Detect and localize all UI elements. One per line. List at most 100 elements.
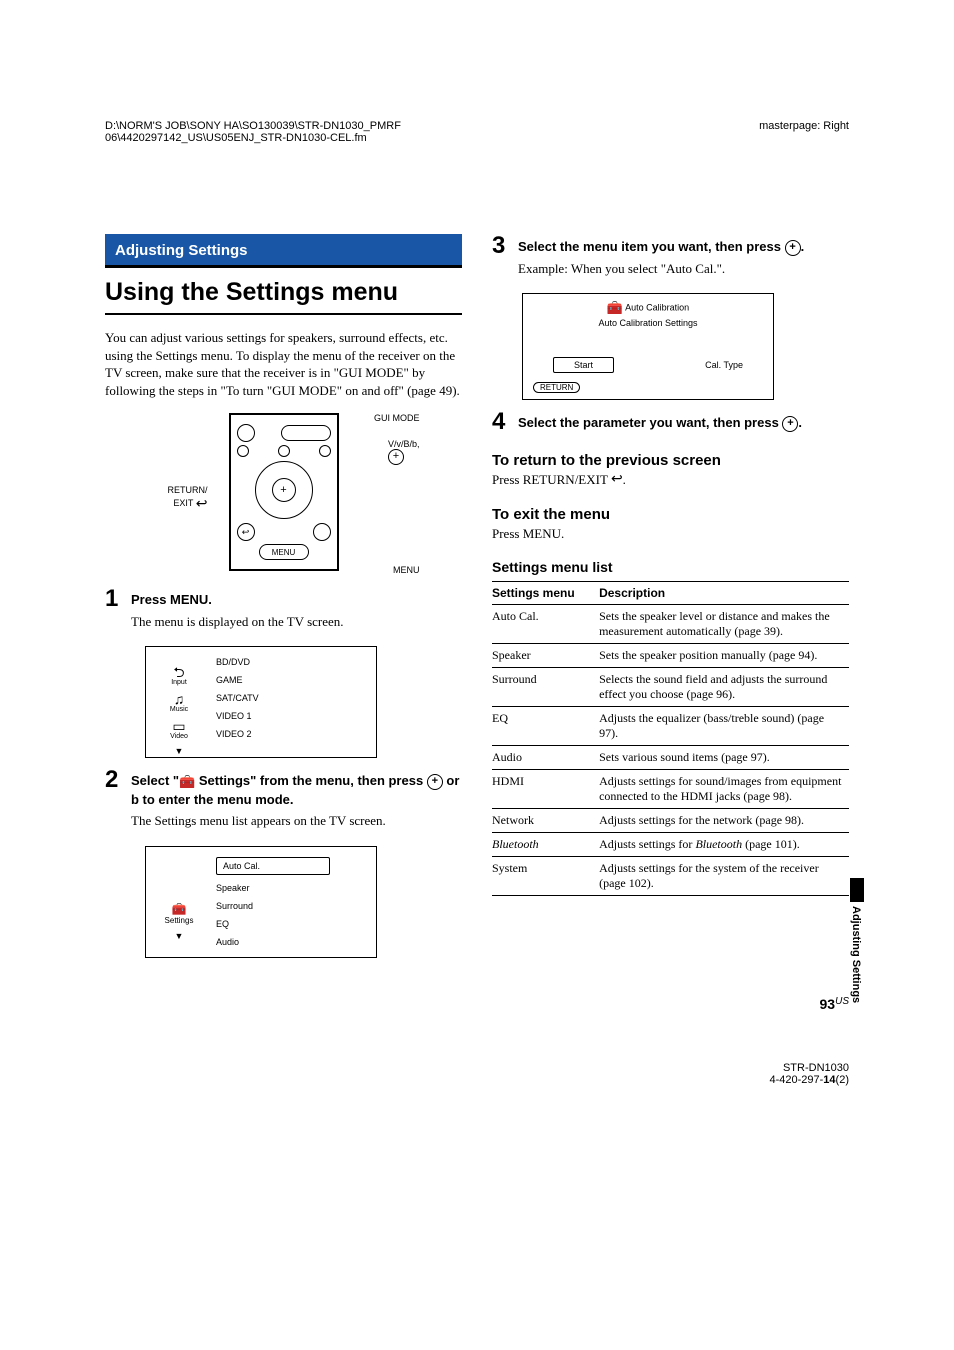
autocal-title: 🧰 Auto Calibration [523, 300, 773, 316]
list-item: SAT/CATV [216, 689, 368, 707]
side-tab: Adjusting Settings [850, 878, 864, 1003]
tv-icon-input: ⮌ Input [154, 665, 204, 686]
page-number-value: 93 [820, 996, 836, 1012]
settings-table: Settings menu Description Auto Cal.Sets … [492, 581, 849, 896]
step-1: 1 Press MENU. The menu is displayed on t… [105, 587, 462, 638]
step-3: 3 Select the menu item you want, then pr… [492, 234, 849, 285]
step-number: 4 [492, 410, 508, 436]
desc-part: Adjusts settings for [599, 837, 695, 851]
step-2: 2 Select "🧰 Settings" from the menu, the… [105, 768, 462, 837]
down-arrow-icon: ▼ [154, 931, 204, 941]
cell-menu: Bluetooth [492, 832, 599, 856]
desc-part: (page 101). [742, 837, 800, 851]
settings-icon: 🧰 [154, 902, 204, 916]
table-row: Auto Cal.Sets the speaker level or dista… [492, 604, 849, 643]
remote-circle-btn [237, 424, 255, 442]
list-item: Speaker [216, 879, 368, 897]
step-number: 2 [105, 768, 121, 837]
tv-list: BD/DVD GAME SAT/CATV VIDEO 1 VIDEO 2 [216, 653, 368, 743]
cell-desc: Adjusts settings for sound/images from e… [599, 769, 849, 808]
toolbox-icon: 🧰 [179, 773, 195, 791]
subtext-return-text: Press RETURN/EXIT [492, 472, 611, 487]
list-item-selected: Auto Cal. [216, 857, 330, 875]
tv-settings-icon-block: 🧰 Settings ▼ [154, 902, 204, 941]
autocal-title-text: Auto Calibration [625, 302, 689, 312]
subheading-return: To return to the previous screen [492, 452, 849, 469]
cell-menu: System [492, 856, 599, 895]
cell-desc: Sets the speaker position manually (page… [599, 643, 849, 667]
autocal-subtitle: Auto Calibration Settings [523, 318, 773, 328]
video-icon: ▭ [154, 719, 204, 733]
label-return-exit: RETURN/EXIT ↩ [148, 485, 208, 512]
step-head-part: . [798, 415, 802, 430]
side-tab-label: Adjusting Settings [850, 906, 862, 1003]
remote-pill-btn [281, 425, 331, 441]
footer-code-pre: 4-420-297- [769, 1074, 823, 1086]
step-head-part: Select the parameter you want, then pres… [518, 415, 782, 430]
table-body: Auto Cal.Sets the speaker level or dista… [492, 604, 849, 895]
table-row: EQAdjusts the equalizer (bass/treble sou… [492, 706, 849, 745]
cell-desc: Adjusts settings for Bluetooth (page 101… [599, 832, 849, 856]
tv-icon-music: ♫ Music [154, 692, 204, 713]
remote-dpad: + [255, 461, 313, 519]
list-item: Audio [216, 933, 368, 951]
figure-auto-cal: 🧰 Auto Calibration Auto Calibration Sett… [522, 293, 774, 400]
table-row: SpeakerSets the speaker position manuall… [492, 643, 849, 667]
page-title: Using the Settings menu [105, 278, 462, 315]
tv-icon-video: ▭ Video [154, 719, 204, 740]
cell-menu: Network [492, 808, 599, 832]
autocal-start-button: Start [553, 357, 614, 373]
remote-menu-btn: MENU [259, 544, 309, 560]
return-arrow-icon: ↩ [611, 471, 623, 490]
list-item: VIDEO 2 [216, 725, 368, 743]
down-arrow-icon: ▼ [154, 746, 204, 756]
list-item: BD/DVD [216, 653, 368, 671]
music-icon: ♫ [154, 692, 204, 706]
right-column: 3 Select the menu item you want, then pr… [492, 234, 849, 966]
remote-outline: + ↩ MENU [229, 413, 339, 571]
list-item: VIDEO 1 [216, 707, 368, 725]
icon-caption: Settings [154, 916, 204, 925]
figure-remote: + ↩ MENU GUI MODE V/v/B/b, + MENU RET [148, 407, 420, 577]
step-head-part: Select " [131, 773, 179, 788]
remote-small-btn [237, 445, 249, 457]
footer-model: STR-DN1030 [783, 1062, 849, 1074]
table-header: Settings menu [492, 581, 599, 604]
remote-circle-btn [313, 523, 331, 541]
return-arrow-icon: ↩ [196, 495, 208, 512]
step-heading: Select "🧰 Settings" from the menu, then … [131, 772, 462, 808]
tv-icon-column: ⮌ Input ♫ Music ▭ Video ▼ [154, 659, 204, 756]
desc-em: Bluetooth [695, 837, 742, 851]
figure-tv-menu-1: ⮌ Input ♫ Music ▭ Video ▼ BD/DVD GAME [145, 646, 377, 758]
table-heading: Settings menu list [492, 559, 849, 575]
cell-desc: Adjusts the equalizer (bass/treble sound… [599, 706, 849, 745]
plus-icon: + [388, 449, 404, 465]
settings-icon: 🧰 [607, 300, 623, 316]
label-arrows-text: V/v/B/b, [388, 439, 420, 449]
page-number: 93US [105, 996, 849, 1012]
header-path-2: 06\4420297142_US\US05ENJ_STR-DN1030-CEL.… [105, 132, 367, 144]
label-arrows: V/v/B/b, + [388, 439, 420, 465]
step-head-part: Select the menu item you want, then pres… [518, 239, 785, 254]
list-item: EQ [216, 915, 368, 933]
step-text: The Settings menu list appears on the TV… [131, 812, 462, 830]
step-number: 1 [105, 587, 121, 638]
table-row: SystemAdjusts settings for the system of… [492, 856, 849, 895]
step-head-part: Settings" from the menu, then press [195, 773, 427, 788]
cell-menu: Surround [492, 667, 599, 706]
list-item: Surround [216, 897, 368, 915]
cell-menu: EQ [492, 706, 599, 745]
icon-caption: Video [154, 733, 204, 740]
footer-code-post: (2) [836, 1074, 849, 1086]
remote-enter-btn: + [272, 478, 296, 502]
cell-desc: Adjusts settings for the network (page 9… [599, 808, 849, 832]
remote-small-btn [278, 445, 290, 457]
subtext-return: Press RETURN/EXIT ↩. [492, 471, 849, 490]
cell-menu: Speaker [492, 643, 599, 667]
header-path-1: D:\NORM'S JOB\SONY HA\SO130039\STR-DN103… [105, 120, 401, 132]
cell-desc: Adjusts settings for the system of the r… [599, 856, 849, 895]
remote-small-btn [319, 445, 331, 457]
step-heading: Select the parameter you want, then pres… [518, 414, 849, 432]
step-head-part: . [801, 239, 805, 254]
step-4: 4 Select the parameter you want, then pr… [492, 410, 849, 436]
